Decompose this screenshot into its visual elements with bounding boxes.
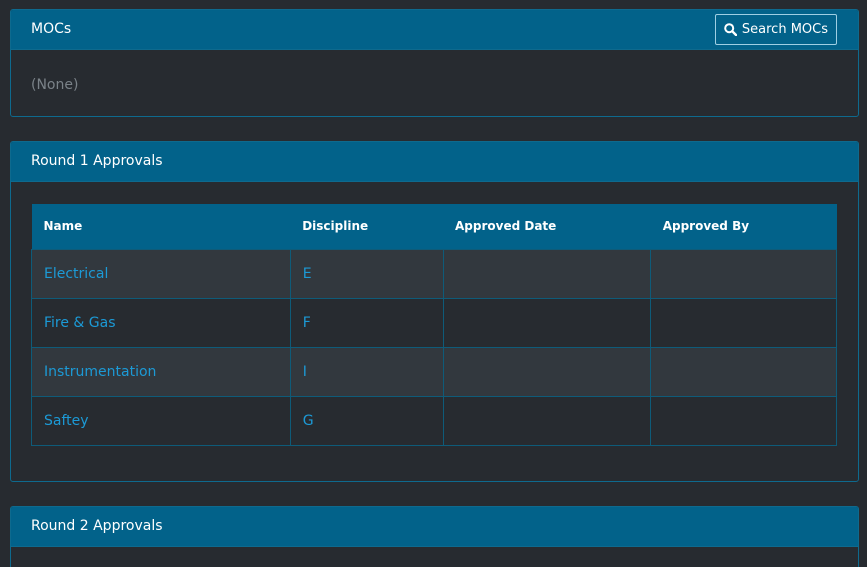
round2-panel-heading: Round 2 Approvals [11,507,858,547]
row-discipline-link[interactable]: G [289,395,444,446]
row-name-link[interactable]: Saftey [31,395,291,446]
row-approved-date [442,248,652,299]
round2-panel-title: Round 2 Approvals [31,518,163,534]
row-approved-date [442,297,652,348]
table-row: Fire & Gas F [31,297,837,348]
table-row: Electrical E [31,248,837,299]
row-approved-by [650,248,837,299]
row-approved-by [650,346,837,397]
round1-approvals-table: Name Discipline Approved Date Approved B… [31,204,837,446]
row-name-link[interactable]: Instrumentation [31,346,291,397]
row-approved-by [650,395,837,446]
row-discipline-link[interactable]: I [289,346,444,397]
table-row: Instrumentation I [31,346,837,397]
table-row: Saftey G [31,395,837,446]
column-header-approved-date[interactable]: Approved Date [443,204,651,249]
search-mocs-label: Search MOCs [741,22,828,37]
row-discipline-link[interactable]: F [289,297,444,348]
row-approved-date [442,346,652,397]
search-mocs-button[interactable]: Search MOCs [714,14,837,45]
mocs-panel-title: MOCs [31,21,72,37]
mocs-panel: MOCs Search MOCs (None) [10,9,859,117]
row-name-link[interactable]: Electrical [31,248,291,299]
row-approved-date [442,395,652,446]
round1-approvals-panel: Round 1 Approvals Name Discipline Approv… [10,141,859,482]
table-header-row: Name Discipline Approved Date Approved B… [31,204,837,249]
row-approved-by [650,297,837,348]
round2-approvals-panel: Round 2 Approvals [10,506,859,567]
column-header-approved-by[interactable]: Approved By [651,204,837,249]
round1-panel-heading: Round 1 Approvals [11,142,858,182]
search-icon [724,23,737,36]
round1-panel-title: Round 1 Approvals [31,153,163,169]
row-name-link[interactable]: Fire & Gas [31,297,291,348]
row-discipline-link[interactable]: E [289,248,444,299]
column-header-discipline[interactable]: Discipline [290,204,443,249]
column-header-name[interactable]: Name [32,204,291,249]
mocs-empty-text: (None) [31,77,79,93]
mocs-panel-heading: MOCs Search MOCs [11,10,858,50]
